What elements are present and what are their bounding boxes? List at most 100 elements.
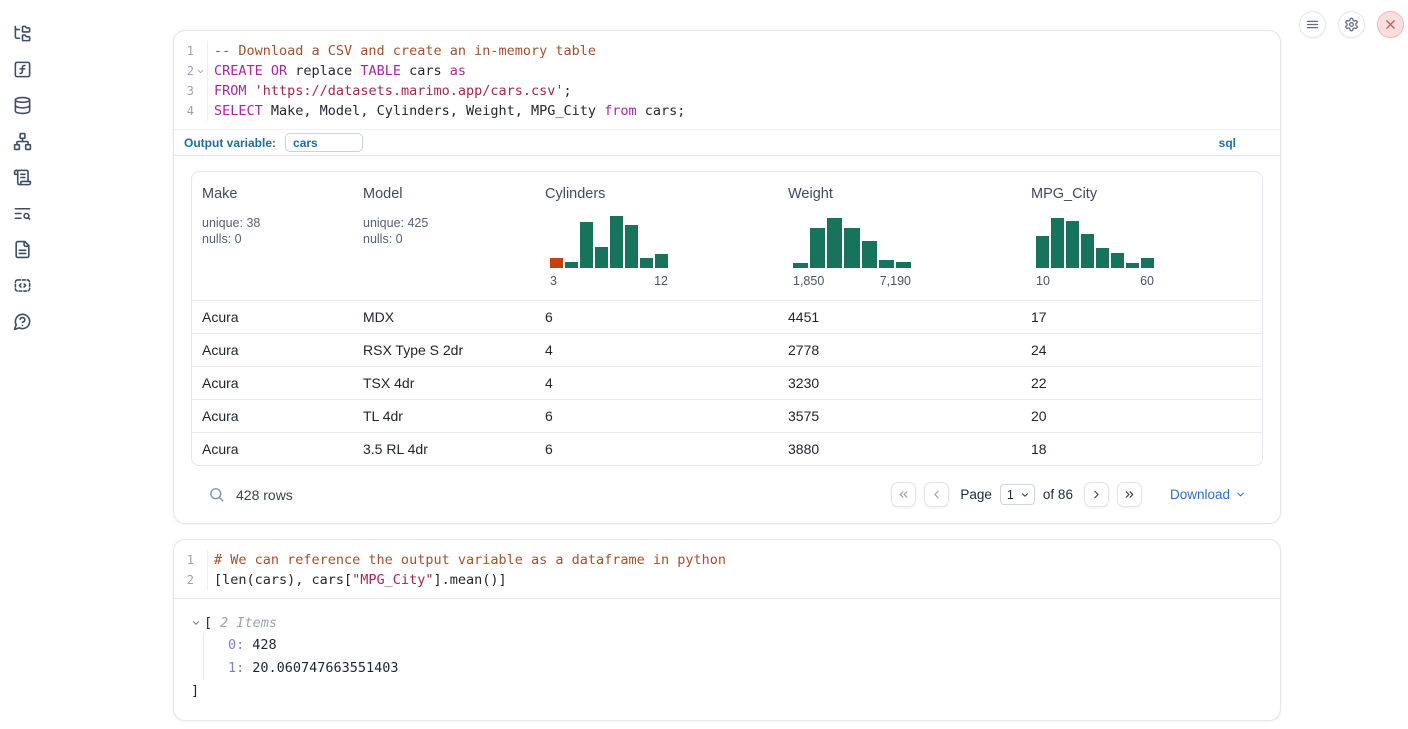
- pagination: Page 1 of 86 Download: [891, 482, 1246, 507]
- histogram-axis-labels: 1,8507,190: [793, 274, 911, 288]
- code-token: cars: [401, 63, 450, 79]
- histogram-cylinders[interactable]: 312: [550, 216, 778, 288]
- fold-chevron-icon[interactable]: [194, 61, 207, 81]
- sql-code-editor[interactable]: 1 -- Download a CSV and create an in-mem…: [174, 31, 1280, 129]
- column-name: MPG_City: [1031, 187, 1262, 202]
- histogram-bar: [879, 260, 894, 268]
- code-token: -- Download a CSV and create an in-memor…: [214, 43, 596, 59]
- code-token: ].mean()]: [433, 572, 506, 588]
- table-row[interactable]: Acura TL 4dr 6 3575 20: [192, 399, 1262, 432]
- histogram-bar: [565, 262, 578, 268]
- help-icon[interactable]: [13, 312, 32, 331]
- cell-model: TSX 4dr: [353, 375, 535, 391]
- data-table: Make unique: 38nulls: 0 Model unique: 42…: [191, 171, 1263, 466]
- histogram-bar: [793, 263, 808, 268]
- functions-icon[interactable]: [13, 60, 32, 79]
- code-token: Make, Model, Cylinders, Weight, MPG_City: [263, 103, 604, 119]
- log-search-icon[interactable]: [13, 204, 32, 223]
- entry-key: 0:: [228, 637, 244, 653]
- table-row[interactable]: Acura TSX 4dr 4 3230 22: [192, 366, 1262, 399]
- cell-model: 3.5 RL 4dr: [353, 441, 535, 457]
- column-header-make[interactable]: Make unique: 38nulls: 0: [192, 187, 353, 288]
- list-entry: 0:428: [228, 634, 1280, 657]
- page-total: of 86: [1043, 487, 1073, 502]
- cell-make: Acura: [192, 408, 353, 424]
- cell-model: RSX Type S 2dr: [353, 342, 535, 358]
- previous-page-button[interactable]: [924, 482, 949, 507]
- column-header-cylinders[interactable]: Cylinders 312: [535, 187, 778, 288]
- snippets-icon[interactable]: [13, 276, 32, 295]
- page-select[interactable]: 1: [1000, 484, 1035, 505]
- cell-cylinders: 6: [535, 408, 778, 424]
- column-name: Weight: [788, 187, 1021, 202]
- histogram-axis-labels: 312: [550, 274, 668, 288]
- python-cell: 1 # We can reference the output variable…: [173, 539, 1281, 721]
- chevron-right-icon: [1090, 488, 1103, 501]
- histogram-bar: [862, 241, 877, 268]
- shutdown-button[interactable]: [1377, 11, 1404, 38]
- tree-collapse-icon[interactable]: [191, 618, 204, 628]
- python-code-editor[interactable]: 1 # We can reference the output variable…: [174, 540, 1280, 598]
- histogram-bar: [1036, 236, 1049, 268]
- cell-mpg-city: 22: [1021, 375, 1262, 391]
- histogram-mpg-city[interactable]: 1060: [1036, 216, 1262, 288]
- code-line: 2 [len(cars), cars["MPG_City"].mean()]: [174, 570, 1280, 590]
- fold-gutter: [194, 101, 207, 121]
- line-number: 1: [174, 41, 194, 61]
- table-row[interactable]: Acura MDX 6 4451 17: [192, 300, 1262, 333]
- histogram-bar: [625, 225, 638, 268]
- chevrons-left-icon: [897, 488, 910, 501]
- cell-make: Acura: [192, 342, 353, 358]
- output-variable-input[interactable]: [285, 133, 363, 152]
- dependency-graph-icon[interactable]: [13, 132, 32, 151]
- line-number: 1: [174, 550, 194, 570]
- fold-gutter: [194, 570, 207, 590]
- histogram-bar: [896, 262, 911, 268]
- column-header-model[interactable]: Model unique: 425nulls: 0: [353, 187, 535, 288]
- table-row[interactable]: Acura 3.5 RL 4dr 6 3880 18: [192, 432, 1262, 465]
- table-row[interactable]: Acura RSX Type S 2dr 4 2778 24: [192, 333, 1262, 366]
- code-token: # We can reference the output variable a…: [214, 552, 726, 568]
- histogram-bar: [1111, 253, 1124, 268]
- list-entry: 1:20.060747663551403: [228, 657, 1280, 680]
- page-label: Page: [960, 487, 992, 502]
- menu-button[interactable]: [1299, 11, 1326, 38]
- cell-weight: 3880: [778, 441, 1021, 457]
- settings-button[interactable]: [1338, 11, 1365, 38]
- documentation-icon[interactable]: [13, 240, 32, 259]
- column-stats: unique: 38nulls: 0: [202, 215, 353, 247]
- last-page-button[interactable]: [1117, 482, 1142, 507]
- column-header-weight[interactable]: Weight 1,8507,190: [778, 187, 1021, 288]
- search-icon[interactable]: [208, 486, 225, 503]
- next-page-button[interactable]: [1084, 482, 1109, 507]
- download-button[interactable]: Download: [1170, 487, 1246, 502]
- gear-icon: [1344, 17, 1359, 32]
- line-number: 2: [174, 570, 194, 590]
- code-line: 4 SELECT Make, Model, Cylinders, Weight,…: [174, 101, 1280, 121]
- first-page-button[interactable]: [891, 482, 916, 507]
- language-badge: sql: [1219, 136, 1270, 150]
- histogram-bar: [655, 254, 668, 268]
- code-token: ;: [564, 83, 572, 99]
- table-output: Make unique: 38nulls: 0 Model unique: 42…: [174, 156, 1280, 523]
- column-header-mpg-city[interactable]: MPG_City 1060: [1021, 187, 1262, 288]
- code-token: SELECT: [214, 103, 263, 119]
- cell-mpg-city: 24: [1021, 342, 1262, 358]
- code-token: from: [604, 103, 637, 119]
- python-output: [ 2 Items 0:428 1:20.060747663551403 ]: [174, 598, 1280, 720]
- list-items-count: 2 Items: [220, 612, 277, 634]
- cell-mpg-city: 20: [1021, 408, 1262, 424]
- code-token: CREATE OR: [214, 63, 287, 79]
- histogram-bar: [810, 228, 825, 268]
- histogram-bar: [1096, 248, 1109, 268]
- code-token: "MPG_City": [352, 572, 433, 588]
- code-token: [len(cars), cars[: [214, 572, 352, 588]
- line-number: 4: [174, 101, 194, 121]
- database-icon[interactable]: [13, 96, 32, 115]
- histogram-weight[interactable]: 1,8507,190: [793, 216, 1021, 288]
- column-name: Make: [202, 187, 353, 202]
- scratchpad-scroll-icon[interactable]: [13, 168, 32, 187]
- cell-weight: 3575: [778, 408, 1021, 424]
- histogram-axis-labels: 1060: [1036, 274, 1154, 288]
- file-tree-icon[interactable]: [13, 24, 32, 43]
